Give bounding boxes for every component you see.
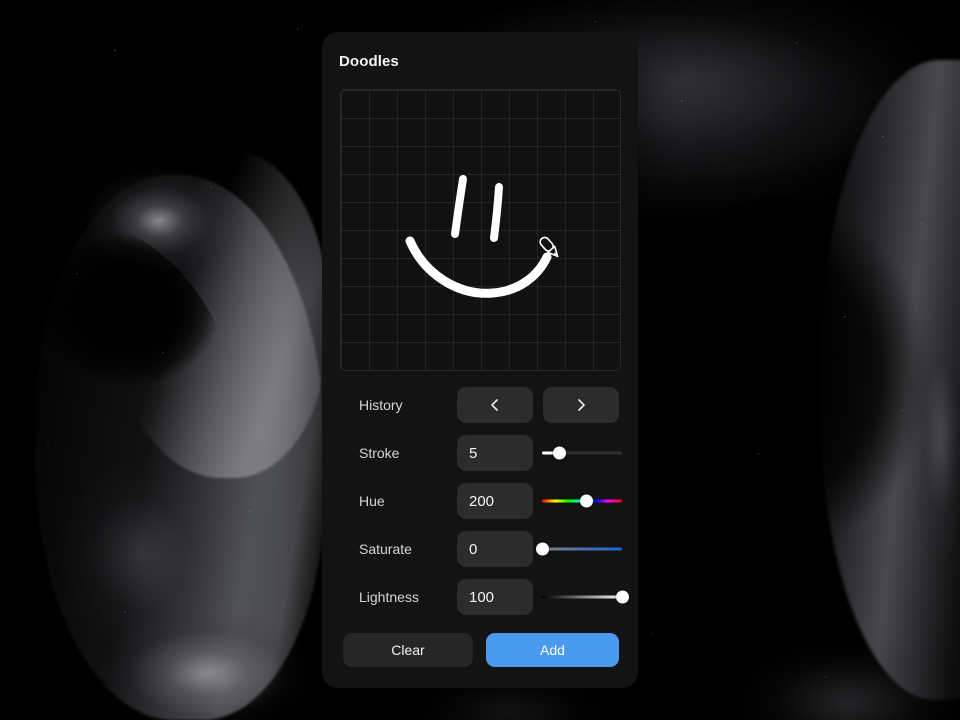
drawing-canvas[interactable] bbox=[340, 89, 621, 371]
clear-button[interactable]: Clear bbox=[343, 633, 473, 667]
stroke-slider-thumb[interactable] bbox=[553, 446, 567, 460]
stroke-label: Stroke bbox=[359, 445, 400, 461]
screen: Doodles History Stroke 5 Hue 200 Saturat… bbox=[0, 0, 960, 720]
page-title: Doodles bbox=[339, 53, 399, 70]
hue-slider-thumb[interactable] bbox=[579, 494, 593, 508]
doodle-stroke-smile bbox=[405, 236, 552, 298]
saturate-slider-thumb[interactable] bbox=[535, 542, 549, 556]
doodle-stroke-right-eye bbox=[490, 183, 503, 242]
hue-slider[interactable] bbox=[542, 491, 622, 511]
control-row-hue: Hue bbox=[322, 482, 638, 520]
saturate-slider[interactable] bbox=[535, 539, 622, 559]
wallpaper-shape-left-tube bbox=[35, 175, 325, 720]
lightness-label: Lightness bbox=[359, 589, 419, 605]
doodles-panel: Doodles History Stroke 5 Hue 200 Saturat… bbox=[322, 32, 638, 688]
saturate-label: Saturate bbox=[359, 541, 412, 557]
add-button[interactable]: Add bbox=[486, 633, 619, 667]
wallpaper-shape-left-hole bbox=[0, 215, 240, 645]
hue-input[interactable] bbox=[457, 483, 533, 519]
wallpaper-shape-dark-center bbox=[610, 175, 950, 575]
wallpaper-shape-right-tube-highlight bbox=[905, 270, 960, 690]
chevron-right-icon bbox=[578, 399, 585, 411]
history-prev-button[interactable] bbox=[457, 387, 533, 423]
wallpaper-shape-bottom-right bbox=[700, 620, 960, 720]
canvas-doodle bbox=[405, 175, 552, 298]
lightness-slider[interactable] bbox=[542, 587, 629, 607]
stroke-slider[interactable] bbox=[542, 443, 622, 463]
chevron-left-icon bbox=[491, 399, 498, 411]
pen-icon bbox=[539, 236, 559, 258]
control-row-saturate: Saturate bbox=[322, 530, 638, 568]
wallpaper-shape-left-edge bbox=[112, 148, 327, 478]
history-next-button[interactable] bbox=[543, 387, 619, 423]
wallpaper-shape-left-lower bbox=[0, 410, 260, 720]
wallpaper-shape-right-tube bbox=[820, 60, 960, 700]
control-row-history: History bbox=[322, 386, 638, 424]
lightness-slider-thumb[interactable] bbox=[615, 590, 629, 604]
saturate-slider-track bbox=[542, 547, 622, 551]
hue-label: Hue bbox=[359, 493, 385, 509]
saturate-input[interactable] bbox=[457, 531, 533, 567]
doodle-stroke-left-eye bbox=[451, 175, 467, 238]
control-row-lightness: Lightness bbox=[322, 578, 638, 616]
history-label: History bbox=[359, 397, 403, 413]
wallpaper-shape-left-arc bbox=[0, 120, 305, 680]
lightness-input[interactable] bbox=[457, 579, 533, 615]
lightness-slider-track bbox=[542, 595, 622, 599]
control-row-stroke: Stroke bbox=[322, 434, 638, 472]
stroke-input[interactable] bbox=[457, 435, 533, 471]
